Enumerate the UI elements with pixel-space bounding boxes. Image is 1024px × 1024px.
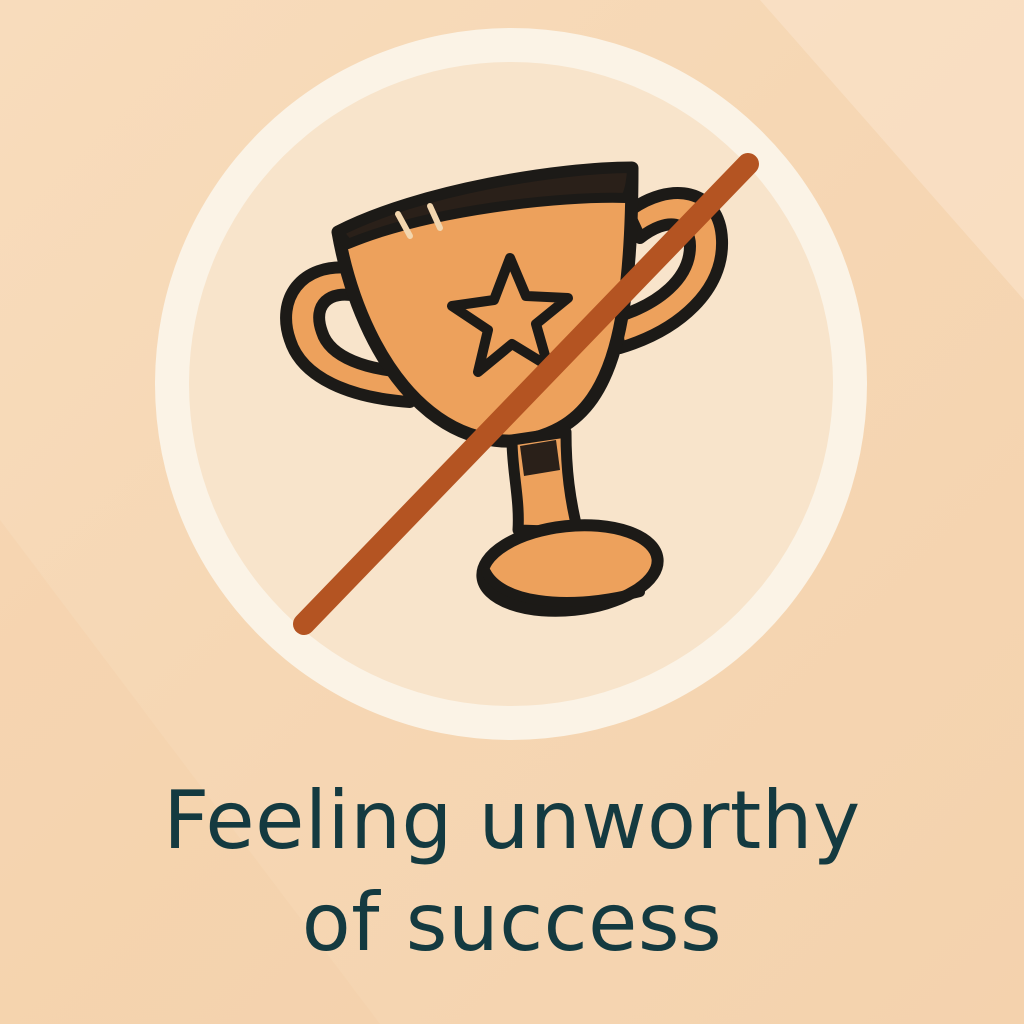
caption-line-1: Feeling unworthy xyxy=(163,774,861,867)
crossed-out-trophy-illustration xyxy=(155,28,867,740)
caption-line-2: of success xyxy=(301,876,723,970)
caption-text: Feeling unworthy of success xyxy=(0,770,1024,975)
